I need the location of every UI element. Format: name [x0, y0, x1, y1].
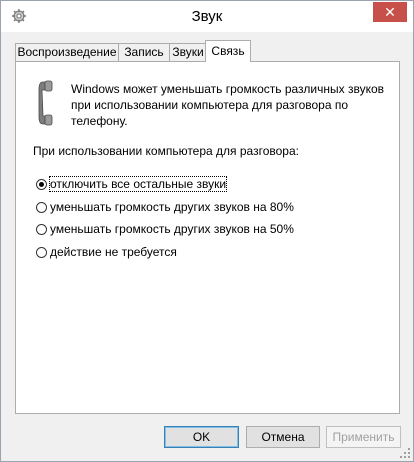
description-text: Windows может уменьшать громкость различ…: [71, 82, 385, 128]
option-reduce-80[interactable]: уменьшать громкость других звуков на 80%: [36, 200, 294, 214]
apply-button[interactable]: Применить: [326, 426, 401, 448]
window-title: Звук: [191, 8, 223, 25]
tab-recording[interactable]: Запись: [118, 43, 170, 61]
option-label: уменьшать громкость других звуков на 50%: [50, 222, 294, 236]
radio-button[interactable]: [36, 201, 47, 213]
title-bar[interactable]: Звук ✕: [1, 1, 413, 32]
resize-grip-icon[interactable]: [399, 447, 411, 459]
ok-button[interactable]: OK: [164, 426, 239, 448]
radio-button[interactable]: [36, 178, 47, 190]
communications-panel: Windows может уменьшать громкость различ…: [15, 61, 400, 414]
cancel-button[interactable]: Отмена: [246, 426, 320, 448]
telephone-icon: [38, 80, 53, 126]
tab-communications[interactable]: Связь: [205, 40, 251, 62]
tab-playback[interactable]: Воспроизведение: [15, 43, 119, 61]
close-icon: ✕: [384, 3, 396, 20]
sound-dialog: Звук ✕ Воспроизведение Запись Звуки Связ…: [0, 0, 414, 462]
option-label: отключить все остальные звуки: [48, 176, 228, 192]
option-mute-all[interactable]: отключить все остальные звуки: [36, 176, 228, 192]
tab-sounds[interactable]: Звуки: [169, 43, 207, 61]
radio-button[interactable]: [36, 223, 47, 235]
close-button[interactable]: ✕: [373, 2, 407, 22]
option-do-nothing[interactable]: действие не требуется: [36, 245, 177, 259]
group-label: При использовании компьютера для разгово…: [33, 144, 299, 158]
option-label: действие не требуется: [50, 245, 177, 259]
option-label: уменьшать громкость других звуков на 80%: [50, 200, 294, 214]
option-reduce-50[interactable]: уменьшать громкость других звуков на 50%: [36, 222, 294, 236]
radio-button[interactable]: [36, 246, 47, 258]
